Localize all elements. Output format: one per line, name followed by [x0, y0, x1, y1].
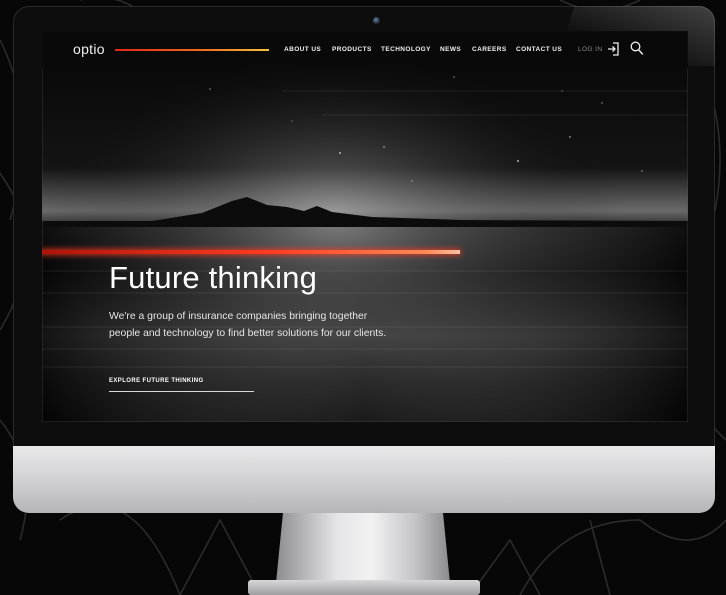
- hero-intro-text: We're a group of insurance companies bri…: [109, 311, 387, 339]
- website-screen: optio ABOUT US PRODUCTS TECHNOLOGY NEWS …: [42, 31, 688, 422]
- nav-item-careers[interactable]: CAREERS: [472, 46, 516, 53]
- login-icon[interactable]: [607, 42, 619, 56]
- cta-underline: [109, 391, 254, 392]
- hero-background-image: [42, 31, 688, 422]
- optio-logo[interactable]: optio: [73, 41, 105, 57]
- explore-future-thinking-link[interactable]: EXPLORE FUTURE THINKING: [109, 378, 204, 384]
- nav-item-news[interactable]: NEWS: [440, 46, 472, 53]
- nav-item-technology[interactable]: TECHNOLOGY: [381, 46, 440, 53]
- logo-accent-line: [115, 49, 269, 51]
- search-icon[interactable]: [630, 41, 644, 56]
- main-menu: ABOUT US PRODUCTS TECHNOLOGY NEWS CAREER…: [284, 46, 562, 53]
- monitor-stand: [276, 513, 450, 583]
- login-link[interactable]: LOG IN: [578, 46, 602, 53]
- nav-item-about-us[interactable]: ABOUT US: [284, 46, 332, 53]
- monitor-base: [248, 580, 480, 595]
- nav-item-products[interactable]: PRODUCTS: [332, 46, 381, 53]
- hero-headline: Future thinking: [109, 260, 318, 295]
- camera-icon: [373, 17, 380, 24]
- monitor-chin: [13, 446, 715, 513]
- top-navigation: optio ABOUT US PRODUCTS TECHNOLOGY NEWS …: [42, 31, 688, 69]
- light-streak: [42, 250, 460, 254]
- nav-item-contact-us[interactable]: CONTACT US: [516, 46, 562, 53]
